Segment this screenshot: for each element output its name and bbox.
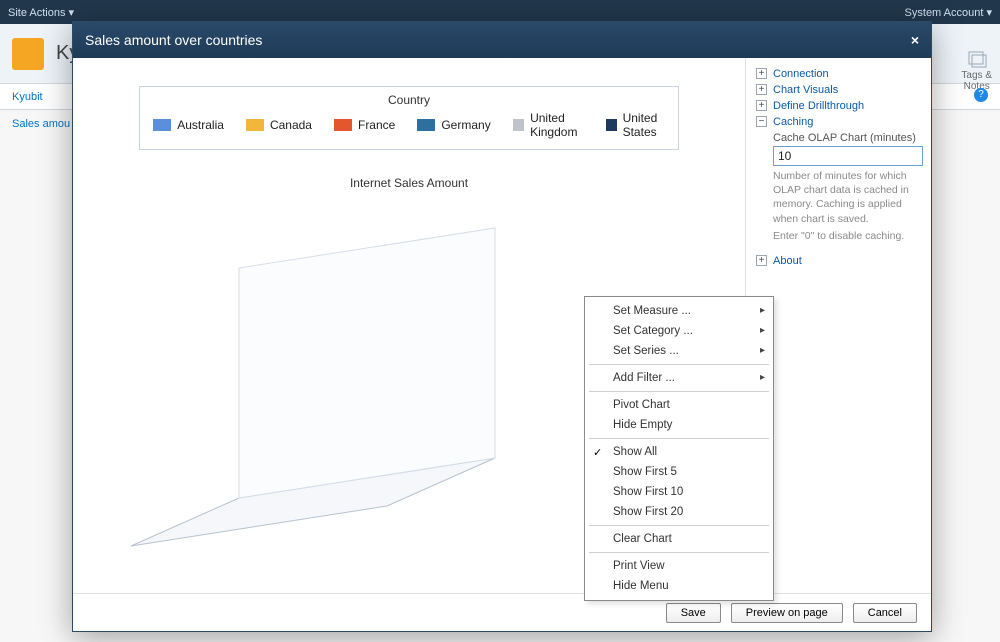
ctx-set-category[interactable]: Set Category ... xyxy=(585,321,773,341)
accordion-label: Chart Visuals xyxy=(773,84,838,96)
ctx-show-first-10[interactable]: Show First 10 xyxy=(585,482,773,502)
legend-item[interactable]: France xyxy=(334,111,395,139)
ctx-set-series[interactable]: Set Series ... xyxy=(585,341,773,361)
cancel-button[interactable]: Cancel xyxy=(853,603,917,623)
accordion-caching[interactable]: −Caching xyxy=(756,114,923,130)
plus-icon: + xyxy=(756,68,767,79)
legend-item[interactable]: United Kingdom xyxy=(513,111,584,139)
help-icon[interactable]: ? xyxy=(974,88,988,102)
plus-icon: + xyxy=(756,255,767,266)
modal-titlebar: Sales amount over countries × xyxy=(73,22,931,58)
ctx-show-all[interactable]: Show All xyxy=(585,442,773,462)
ctx-hide-empty[interactable]: Hide Empty xyxy=(585,415,773,435)
save-button[interactable]: Save xyxy=(666,603,721,623)
tab-kyubit[interactable]: Kyubit xyxy=(12,91,43,103)
accordion-label: About xyxy=(773,255,802,267)
legend-item[interactable]: Germany xyxy=(417,111,490,139)
chart-context-menu: Set Measure ... Set Category ... Set Ser… xyxy=(584,296,774,601)
app-icon xyxy=(12,38,44,70)
legend-swatch xyxy=(153,119,171,131)
accordion-about[interactable]: + About xyxy=(756,253,923,269)
legend-label: France xyxy=(358,118,395,132)
minus-icon: − xyxy=(756,116,767,127)
ctx-set-measure[interactable]: Set Measure ... xyxy=(585,301,773,321)
cache-help-text: Number of minutes for which OLAP chart d… xyxy=(773,169,923,226)
tags-notes-button[interactable]: Tags & Notes xyxy=(961,50,992,92)
accordion-label: Connection xyxy=(773,68,829,80)
chart-title: Internet Sales Amount xyxy=(109,176,709,190)
legend-swatch xyxy=(246,119,264,131)
plus-icon: + xyxy=(756,100,767,111)
system-account-menu[interactable]: System Account ▾ xyxy=(905,6,992,19)
ctx-add-filter[interactable]: Add Filter ... xyxy=(585,368,773,388)
legend-label: United Kingdom xyxy=(530,111,584,139)
cache-minutes-label: Cache OLAP Chart (minutes) xyxy=(773,132,916,144)
legend-item[interactable]: United States xyxy=(606,111,665,139)
accordion-label: Define Drillthrough xyxy=(773,100,864,112)
ctx-show-first-20[interactable]: Show First 20 xyxy=(585,502,773,522)
legend-label: Germany xyxy=(441,118,490,132)
cache-minutes-input[interactable] xyxy=(773,146,923,166)
legend-swatch xyxy=(334,119,352,131)
legend-item[interactable]: Canada xyxy=(246,111,312,139)
ctx-clear-chart[interactable]: Clear Chart xyxy=(585,529,773,549)
caching-panel: Cache OLAP Chart (minutes) Number of minu… xyxy=(773,130,923,243)
legend-label: United States xyxy=(623,111,665,139)
legend-swatch xyxy=(606,119,617,131)
accordion-connection[interactable]: + Connection xyxy=(756,66,923,82)
close-icon[interactable]: × xyxy=(911,32,919,48)
breadcrumb[interactable]: Sales amou xyxy=(12,118,70,130)
tags-icon xyxy=(967,50,987,68)
legend-swatch xyxy=(417,119,435,131)
chart-design-modal: Sales amount over countries × Country Au… xyxy=(72,21,932,632)
ctx-hide-menu[interactable]: Hide Menu xyxy=(585,576,773,596)
preview-button[interactable]: Preview on page xyxy=(731,603,843,623)
accordion-chart-visuals[interactable]: + Chart Visuals xyxy=(756,82,923,98)
legend-label: Canada xyxy=(270,118,312,132)
site-actions-menu[interactable]: Site Actions ▾ xyxy=(8,6,74,19)
modal-title: Sales amount over countries xyxy=(85,32,262,48)
accordion-define-drillthrough[interactable]: + Define Drillthrough xyxy=(756,98,923,114)
legend-label: Australia xyxy=(177,118,224,132)
legend-swatch xyxy=(513,119,524,131)
legend-item[interactable]: Australia xyxy=(153,111,224,139)
ctx-show-first-5[interactable]: Show First 5 xyxy=(585,462,773,482)
accordion-label: Caching xyxy=(773,116,813,128)
cache-help-text-2: Enter "0" to disable caching. xyxy=(773,229,923,243)
ctx-print-view[interactable]: Print View xyxy=(585,556,773,576)
plus-icon: + xyxy=(756,84,767,95)
legend-title: Country xyxy=(158,93,660,107)
ctx-pivot-chart[interactable]: Pivot Chart xyxy=(585,395,773,415)
chart-legend: Country Australia Canada France Germany Unit… xyxy=(139,86,679,150)
